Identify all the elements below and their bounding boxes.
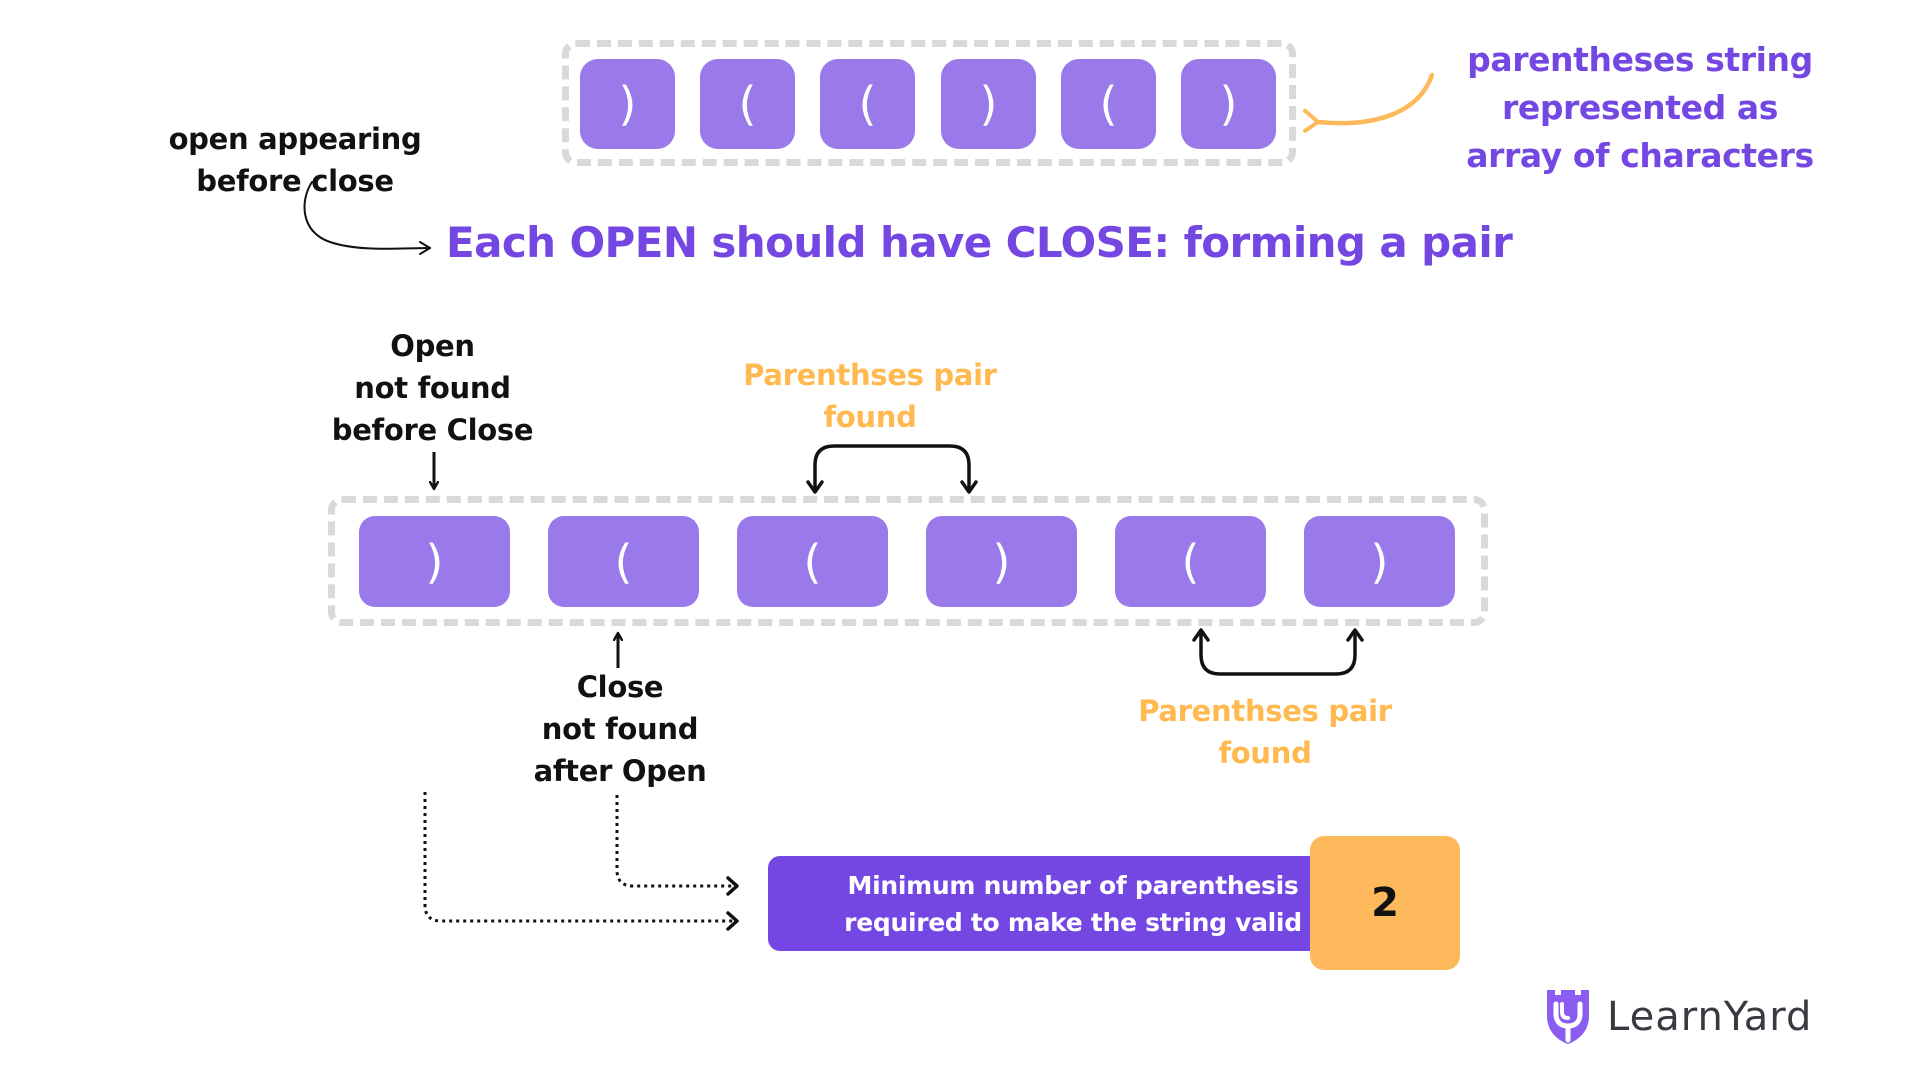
- side-note-arrow: [303, 181, 431, 256]
- pair-bracket-top: [813, 444, 971, 492]
- dotted-connector: [423, 792, 735, 923]
- pair-bracket-bottom: [1199, 630, 1357, 676]
- orange-curved-arrow: [1303, 72, 1435, 133]
- connectors-layer: [303, 72, 1435, 931]
- dotted-connector: [615, 795, 735, 888]
